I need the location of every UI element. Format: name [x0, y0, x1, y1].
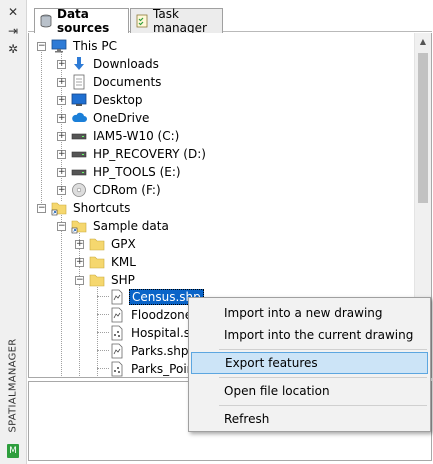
side-toolbar: ✕ ⇥ ✲ SPATIALMANAGER M — [0, 0, 27, 464]
settings-icon[interactable]: ✲ — [7, 43, 19, 55]
download-arrow-icon — [71, 56, 87, 72]
tree-item-shp[interactable]: SHP — [89, 271, 137, 289]
cloud-icon — [71, 110, 87, 126]
tab-bar: Data sources Task manager — [28, 0, 432, 35]
tab-task-manager[interactable]: Task manager — [130, 7, 223, 35]
menu-separator — [219, 349, 427, 350]
menu-item-refresh[interactable]: Refresh — [191, 408, 428, 430]
tree-item-file[interactable]: Parks_Poin — [109, 360, 196, 377]
tree-item-shortcuts[interactable]: Shortcuts — [51, 199, 132, 217]
shapefile-icon — [109, 361, 125, 377]
context-menu: Import into a new drawing Import into th… — [188, 297, 431, 432]
hard-drive-icon — [71, 146, 87, 162]
tree-item-file[interactable]: Parks.shp — [109, 342, 190, 360]
shapefile-icon — [109, 289, 125, 305]
collapse-toggle[interactable]: − — [57, 222, 66, 231]
tree-item-file[interactable]: Floodzone. — [109, 306, 198, 324]
panel-title-vertical: SPATIALMANAGER — [7, 337, 19, 433]
expand-toggle[interactable]: + — [57, 168, 66, 177]
desktop-icon — [71, 92, 87, 108]
app-logo-icon: M — [7, 444, 19, 458]
close-icon[interactable]: ✕ — [7, 6, 19, 18]
menu-item-export-features[interactable]: Export features — [191, 352, 428, 374]
menu-separator — [219, 377, 427, 378]
expand-toggle[interactable]: + — [57, 78, 66, 87]
expand-toggle[interactable]: + — [57, 186, 66, 195]
expand-toggle[interactable]: + — [75, 258, 84, 267]
shortcut-folder-icon — [51, 200, 67, 216]
document-icon — [71, 74, 87, 90]
folder-icon — [89, 272, 105, 288]
folder-icon — [89, 254, 105, 270]
scroll-up-icon[interactable]: ▲ — [415, 33, 431, 50]
folder-icon — [89, 236, 105, 252]
shapefile-icon — [109, 325, 125, 341]
database-icon — [39, 14, 53, 28]
tree-item-documents[interactable]: Documents — [71, 73, 163, 91]
expand-toggle[interactable]: + — [57, 114, 66, 123]
expand-toggle[interactable]: + — [57, 96, 66, 105]
shapefile-icon — [109, 307, 125, 323]
expand-toggle[interactable]: + — [75, 240, 84, 249]
computer-icon — [51, 38, 67, 54]
cd-rom-icon — [71, 182, 87, 198]
collapse-toggle[interactable]: − — [75, 276, 84, 285]
pin-icon[interactable]: ⇥ — [7, 25, 19, 37]
tree-item-downloads[interactable]: Downloads — [71, 55, 161, 73]
tab-data-sources[interactable]: Data sources — [34, 7, 129, 35]
menu-item-import-new-drawing[interactable]: Import into a new drawing — [191, 302, 428, 324]
task-list-icon — [135, 14, 149, 28]
tree-item-gpx[interactable]: GPX — [89, 235, 138, 253]
tree-item-drive-e[interactable]: HP_TOOLS (E:) — [71, 163, 183, 181]
hard-drive-icon — [71, 128, 87, 144]
scroll-thumb[interactable] — [418, 53, 428, 203]
shortcut-folder-icon — [71, 218, 87, 234]
expand-toggle[interactable]: + — [57, 150, 66, 159]
tree-item-sample-data[interactable]: Sample data — [71, 217, 171, 235]
menu-item-import-current-drawing[interactable]: Import into the current drawing — [191, 324, 428, 346]
hard-drive-icon — [71, 164, 87, 180]
collapse-toggle[interactable]: − — [37, 204, 46, 213]
tree-item-drive-c[interactable]: IAM5-W10 (C:) — [71, 127, 181, 145]
tree-item-kml[interactable]: KML — [89, 253, 138, 271]
tree-item-desktop[interactable]: Desktop — [71, 91, 145, 109]
expand-toggle[interactable]: + — [57, 60, 66, 69]
collapse-toggle[interactable]: − — [37, 42, 46, 51]
tree-item-this-pc[interactable]: This PC — [51, 37, 119, 55]
tree-item-file[interactable]: Hospital.sh — [109, 324, 200, 342]
expand-toggle[interactable]: + — [57, 132, 66, 141]
menu-item-open-file-location[interactable]: Open file location — [191, 380, 428, 402]
tree-item-drive-f[interactable]: CDRom (F:) — [71, 181, 163, 199]
menu-separator — [219, 405, 427, 406]
tree-item-drive-d[interactable]: HP_RECOVERY (D:) — [71, 145, 208, 163]
shapefile-icon — [109, 343, 125, 359]
tree-item-onedrive[interactable]: OneDrive — [71, 109, 151, 127]
